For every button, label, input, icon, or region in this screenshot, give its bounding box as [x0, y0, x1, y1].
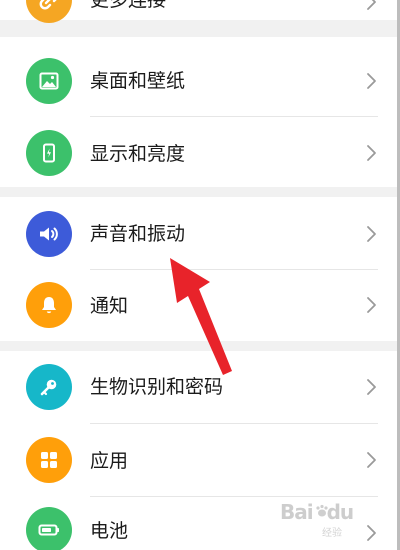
settings-screen: 更多连接 桌面和壁纸 显示和亮度 声音和振动 通知 生物识别和密码 应用 电池 … [0, 0, 400, 550]
image-icon [26, 58, 72, 104]
watermark-text: Bai [280, 500, 314, 524]
chevron-right-icon [367, 379, 376, 395]
battery-icon [26, 507, 72, 550]
settings-item-apps[interactable]: 应用 [0, 424, 398, 496]
chevron-right-icon [367, 452, 376, 468]
paw-icon [316, 504, 328, 517]
chevron-right-icon [367, 73, 376, 89]
settings-item-label: 应用 [90, 450, 129, 472]
settings-item-notifications[interactable]: 通知 [0, 270, 398, 342]
watermark-sub: 经验 [322, 528, 342, 539]
grid-icon [26, 437, 72, 483]
settings-item-label: 显示和亮度 [90, 143, 186, 165]
key-icon [26, 364, 72, 410]
chevron-right-icon [367, 145, 376, 161]
speaker-icon [26, 211, 72, 257]
settings-item-display-brightness[interactable]: 显示和亮度 [0, 117, 398, 189]
chevron-right-icon [367, 226, 376, 242]
watermark-logo: Bai du 经验 [280, 498, 392, 539]
settings-item-label: 通知 [90, 295, 129, 317]
settings-item-label: 桌面和壁纸 [90, 70, 186, 92]
settings-item-wallpaper[interactable]: 桌面和壁纸 [0, 45, 398, 117]
settings-item-label: 电池 [90, 520, 129, 542]
settings-item-label: 更多连接 [90, 0, 167, 11]
settings-group-sound: 声音和振动 通知 [0, 197, 398, 341]
chevron-right-icon [367, 297, 376, 313]
settings-item-biometrics-password[interactable]: 生物识别和密码 [0, 351, 398, 423]
settings-item-sound-vibration[interactable]: 声音和振动 [0, 198, 398, 270]
phone-brightness-icon [26, 130, 72, 176]
chevron-right-icon [367, 0, 376, 10]
settings-group-display: 桌面和壁纸 显示和亮度 [0, 37, 398, 187]
settings-item-label: 生物识别和密码 [90, 376, 224, 398]
settings-item-more-connections[interactable]: 更多连接 [0, 0, 398, 36]
watermark-logo-text: du [326, 500, 355, 524]
settings-item-label: 声音和振动 [90, 223, 186, 245]
bell-icon [26, 282, 72, 328]
settings-group-connections: 更多连接 [0, 0, 398, 23]
link-icon [26, 0, 72, 23]
